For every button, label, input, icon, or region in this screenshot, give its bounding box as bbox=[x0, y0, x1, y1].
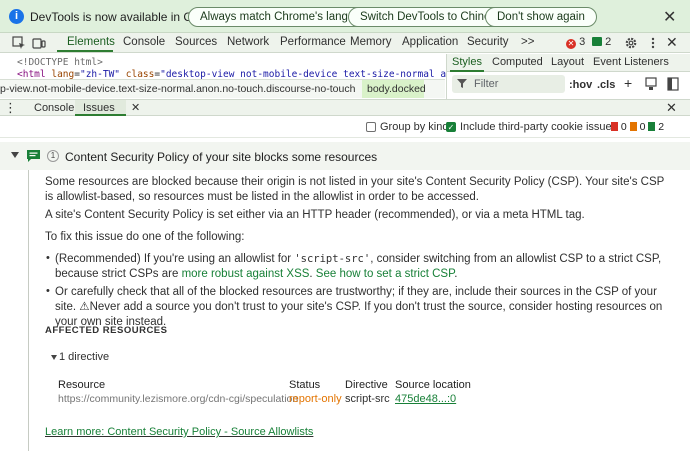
device-toolbar-icon[interactable] bbox=[32, 36, 46, 50]
sidebar-toggle-icon[interactable] bbox=[667, 77, 679, 91]
class-toggle[interactable]: .cls bbox=[597, 79, 615, 91]
tab-computed[interactable]: Computed bbox=[492, 56, 543, 68]
issue-count-circle: 1 bbox=[47, 150, 59, 162]
column-directive: Directive bbox=[345, 379, 388, 391]
dont-show-again-button[interactable]: Don't show again bbox=[485, 7, 597, 27]
resource-url: https://community.lezismore.org/cdn-cgi/… bbox=[58, 393, 299, 405]
learn-more-link[interactable]: Learn more: Content Security Policy - So… bbox=[45, 425, 313, 440]
tab-layout[interactable]: Layout bbox=[551, 56, 584, 68]
issue-details: Some resources are blocked because their… bbox=[28, 170, 690, 451]
language-infobar: i DevTools is now available in Chinese! … bbox=[0, 0, 690, 33]
message-icon bbox=[592, 37, 602, 46]
directive-expand-icon[interactable] bbox=[51, 355, 57, 360]
inspect-element-icon[interactable] bbox=[12, 36, 26, 50]
column-resource: Resource bbox=[58, 379, 106, 391]
issue-description: Some resources are blocked because their… bbox=[45, 176, 665, 203]
drawer-tab-issues[interactable]: Issues bbox=[83, 102, 115, 114]
tab-elements[interactable]: Elements bbox=[67, 36, 115, 48]
styles-tab-indicator bbox=[450, 70, 484, 72]
more-tabs-button[interactable]: >> bbox=[521, 36, 534, 48]
breadcrumb: p-view.not-mobile-device.text-size-norma… bbox=[0, 79, 445, 98]
bullet-dot: • bbox=[46, 252, 50, 264]
warning-square-icon bbox=[629, 122, 637, 131]
issue-counts: 0 0 2 bbox=[611, 121, 664, 133]
close-issues-tab-icon[interactable]: ✕ bbox=[131, 101, 140, 114]
source-location-link[interactable]: 475de48...:0 bbox=[395, 393, 456, 405]
styles-pane: Styles Computed Layout Event Listeners F… bbox=[446, 54, 690, 99]
close-drawer-icon[interactable]: ✕ bbox=[666, 100, 677, 116]
issue-header[interactable]: 1 Content Security Policy of your site b… bbox=[0, 142, 690, 170]
group-by-kind-label: Group by kind bbox=[380, 121, 449, 133]
breadcrumb-body[interactable]: body.docked bbox=[362, 80, 426, 98]
error-square-icon bbox=[611, 122, 618, 131]
column-status: Status bbox=[289, 379, 321, 391]
filter-icon bbox=[457, 79, 467, 88]
info-count-badge[interactable]: 2 bbox=[592, 36, 611, 48]
issue-csp-info: A site's Content Security Policy is set … bbox=[45, 209, 585, 221]
settings-gear-icon[interactable] bbox=[624, 36, 638, 50]
strict-csp-howto-link[interactable]: See how to set a strict CSP bbox=[316, 268, 455, 280]
active-tab-indicator bbox=[57, 50, 113, 52]
drawer-tab-indicator bbox=[75, 114, 126, 116]
tab-memory[interactable]: Memory bbox=[350, 36, 392, 48]
doctype-node[interactable]: <!DOCTYPE html> bbox=[17, 57, 103, 68]
info-icon: i bbox=[9, 9, 24, 24]
new-rule-plus-icon[interactable]: + bbox=[624, 75, 632, 91]
issue-message-icon bbox=[27, 150, 40, 162]
error-count-badge[interactable]: ✕ 3 bbox=[566, 36, 585, 49]
breadcrumb-html[interactable]: p-view.not-mobile-device.text-size-norma… bbox=[0, 83, 355, 95]
more-options-icon[interactable] bbox=[646, 36, 660, 50]
tab-security[interactable]: Security bbox=[467, 36, 509, 48]
tab-application[interactable]: Application bbox=[402, 36, 458, 48]
styles-tabs: Styles Computed Layout Event Listeners bbox=[447, 54, 690, 72]
drawer-tab-console[interactable]: Console bbox=[34, 102, 74, 114]
tab-sources[interactable]: Sources bbox=[175, 36, 217, 48]
styles-filter-row: Filter :hov .cls + bbox=[447, 73, 690, 97]
tab-performance[interactable]: Performance bbox=[280, 36, 346, 48]
directive-value: script-src bbox=[345, 393, 390, 405]
computed-styles-icon[interactable] bbox=[645, 77, 657, 91]
bullet-dot: • bbox=[46, 285, 50, 297]
close-icon[interactable]: ✕ bbox=[663, 7, 676, 27]
issue-title: Content Security Policy of your site blo… bbox=[65, 150, 378, 164]
tab-console[interactable]: Console bbox=[123, 36, 165, 48]
info-square-icon bbox=[648, 122, 656, 131]
xss-robust-link[interactable]: more robust against XSS bbox=[182, 268, 310, 280]
expand-triangle-icon[interactable] bbox=[11, 152, 19, 158]
main-toolbar: Elements Console Sources Network Perform… bbox=[0, 33, 690, 53]
drawer-tabbar: ⋮ Console Issues ✕ ✕ bbox=[0, 99, 690, 116]
column-source-location: Source location bbox=[395, 379, 471, 391]
tab-network[interactable]: Network bbox=[227, 36, 269, 48]
fix-option-allowlist: Or carefully check that all of the block… bbox=[55, 286, 663, 328]
issue-fix-intro: To fix this issue do one of the followin… bbox=[45, 231, 245, 243]
include-third-party-label: Include third-party cookie issues bbox=[460, 121, 618, 133]
directive-toggle[interactable]: 1 directive bbox=[59, 350, 109, 365]
issues-toolbar: Group by kind ✓ Include third-party cook… bbox=[0, 117, 690, 138]
error-icon: ✕ bbox=[566, 39, 576, 49]
include-third-party-checkbox[interactable]: ✓ bbox=[446, 122, 456, 132]
fix-option-strict-csp: (Recommended) If you're using an allowli… bbox=[55, 253, 662, 280]
close-devtools-icon[interactable]: ✕ bbox=[666, 34, 678, 51]
styles-filter-input[interactable]: Filter bbox=[452, 75, 565, 93]
drawer-menu-icon[interactable]: ⋮ bbox=[4, 100, 17, 116]
tab-event-listeners[interactable]: Event Listeners bbox=[593, 56, 669, 68]
group-by-kind-checkbox[interactable] bbox=[366, 122, 376, 132]
tab-styles[interactable]: Styles bbox=[452, 56, 482, 68]
status-badge: report-only bbox=[289, 393, 342, 405]
affected-resources-heading: AFFECTED RESOURCES bbox=[45, 325, 168, 336]
hover-state-toggle[interactable]: :hov bbox=[569, 79, 592, 91]
